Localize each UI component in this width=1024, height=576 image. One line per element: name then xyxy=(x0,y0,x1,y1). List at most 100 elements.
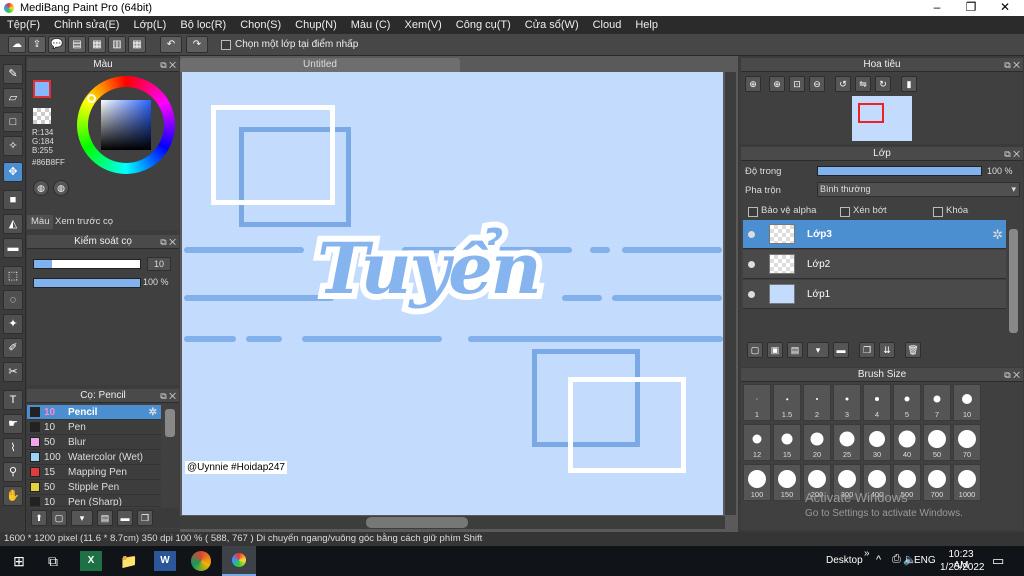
file-explorer-icon[interactable]: 📁 xyxy=(118,551,140,571)
eraser-tool-icon[interactable]: ▱ xyxy=(3,88,23,108)
clock-date[interactable]: 1/25/2022 xyxy=(940,562,985,573)
menu-window[interactable]: Cửa sổ(W) xyxy=(518,16,586,34)
brush-settings-icon[interactable]: ▤ xyxy=(97,510,113,526)
hue-marker[interactable] xyxy=(87,94,96,103)
eye-icon[interactable] xyxy=(748,291,755,298)
word-icon[interactable]: W xyxy=(154,551,176,571)
operation-tool-icon[interactable]: ☛ xyxy=(3,414,23,434)
layer-item-2[interactable]: Lớp2 xyxy=(743,250,1006,279)
grid-icon[interactable]: ▥ xyxy=(108,36,126,53)
task-view-icon[interactable]: ⧉ xyxy=(42,551,64,571)
menu-help[interactable]: Help xyxy=(628,16,665,34)
canvas-horizontal-scrollbar[interactable] xyxy=(180,516,725,529)
brush-item-blur[interactable]: 50 Blur xyxy=(27,435,161,450)
tiles-icon[interactable]: ▦ xyxy=(128,36,146,53)
clipping-checkbox[interactable] xyxy=(840,206,850,218)
brush-add-icon[interactable]: ⬆ xyxy=(31,510,47,526)
language-indicator[interactable]: ENG xyxy=(914,555,936,566)
brush-size-value[interactable]: 10 xyxy=(147,257,171,271)
hand-tool-icon[interactable]: ✋ xyxy=(3,486,23,506)
undo-icon[interactable]: ↶ xyxy=(160,36,182,53)
brush-size-option[interactable]: 2 xyxy=(803,384,831,421)
fill-rect-icon[interactable]: ■ xyxy=(3,190,23,210)
brush-size-option[interactable]: 12 xyxy=(743,424,771,461)
notification-icon[interactable]: ▭ xyxy=(992,553,1004,569)
tray-up-icon[interactable]: ^ xyxy=(876,554,881,566)
minimize-button[interactable]: – xyxy=(920,0,954,16)
panel-controls-icon[interactable]: ⧉ ✕ xyxy=(160,58,176,72)
maximize-button[interactable]: ❐ xyxy=(954,0,988,16)
layer-item-1[interactable]: Lớp1 xyxy=(743,280,1006,309)
zoom-in-icon[interactable]: ⊕ xyxy=(745,76,761,92)
brush-tool-icon[interactable]: ✎ xyxy=(3,64,23,84)
brush-list-scrollbar[interactable] xyxy=(165,409,175,437)
eye-icon[interactable] xyxy=(748,231,755,238)
cloud-icon[interactable]: ☁ xyxy=(8,36,26,53)
panel-controls-icon[interactable]: ⧉ ✕ xyxy=(1004,147,1020,161)
brush-item-mapping-pen[interactable]: 15 Mapping Pen xyxy=(27,465,161,480)
wand-select-icon[interactable]: ✦ xyxy=(3,314,23,334)
brush-size-option[interactable]: 1.5 xyxy=(773,384,801,421)
gear-icon[interactable]: ✲ xyxy=(149,405,157,420)
reset-view-icon[interactable]: ▮ xyxy=(901,76,917,92)
menu-view[interactable]: Xem(V) xyxy=(397,16,448,34)
protect-alpha-checkbox[interactable] xyxy=(748,206,758,218)
brush-size-option[interactable]: 1000 xyxy=(953,464,981,501)
panel-controls-icon[interactable]: ⧉ ✕ xyxy=(1004,58,1020,72)
magic-wand-icon[interactable]: ✧ xyxy=(3,136,23,156)
layer-menu-icon[interactable]: ▾ xyxy=(807,342,829,358)
brush-size-option[interactable]: 1 xyxy=(743,384,771,421)
canvas[interactable]: Tuyển @Uynnie #Hoidap247 xyxy=(182,72,723,515)
brush-item-pen[interactable]: 10 Pen xyxy=(27,420,161,435)
select-eraser-icon[interactable]: ✂ xyxy=(3,362,23,382)
color-wheel[interactable] xyxy=(77,76,175,174)
move-tool-icon[interactable]: ✥ xyxy=(3,162,23,182)
brush-size-option[interactable]: 20 xyxy=(803,424,831,461)
brush-item-watercolor[interactable]: 100 Watercolor (Wet) xyxy=(27,450,161,465)
menu-file[interactable]: Tệp(F) xyxy=(0,16,47,34)
panel-controls-icon[interactable]: ⧉ ✕ xyxy=(160,389,176,403)
brush-size-option[interactable]: 15 xyxy=(773,424,801,461)
lock-checkbox[interactable] xyxy=(933,206,943,218)
network-icon[interactable]: ⎙ xyxy=(892,553,901,566)
brush-item-stipple-pen[interactable]: 50 Stipple Pen xyxy=(27,480,161,495)
rotate-right-icon[interactable]: ↻ xyxy=(875,76,891,92)
new-halftone-layer-icon[interactable]: ▣ xyxy=(767,342,783,358)
navigator-viewport[interactable] xyxy=(858,103,884,123)
duplicate-layer-icon[interactable]: ❐ xyxy=(859,342,875,358)
brush-size-option[interactable]: 70 xyxy=(953,424,981,461)
excel-icon[interactable]: X xyxy=(80,551,102,571)
brush-size-option[interactable]: 25 xyxy=(833,424,861,461)
tab-color[interactable]: Màu xyxy=(27,215,54,229)
saturation-square[interactable] xyxy=(101,100,151,150)
lasso-icon[interactable]: ◌ xyxy=(3,290,23,310)
brush-size-option[interactable]: 5 xyxy=(893,384,921,421)
new-8bit-layer-icon[interactable]: ▤ xyxy=(787,342,803,358)
chrome-icon[interactable] xyxy=(191,551,211,571)
comment-icon[interactable]: 💬 xyxy=(48,36,66,53)
brush-size-option[interactable]: 10 xyxy=(953,384,981,421)
medibang-taskbar-icon[interactable] xyxy=(222,546,256,576)
trash-icon[interactable]: 🗑 xyxy=(905,342,921,358)
brush-item-pencil[interactable]: 10 Pencil ✲ xyxy=(27,405,161,420)
zoom-in-icon[interactable]: ⊕ xyxy=(769,76,785,92)
chevron-icon[interactable]: » xyxy=(864,548,870,559)
document-tab[interactable]: Untitled xyxy=(180,58,460,72)
dropper-icon[interactable]: ⚲ xyxy=(3,462,23,482)
redo-icon[interactable]: ↷ xyxy=(186,36,208,53)
canvas-vertical-scrollbar[interactable] xyxy=(725,72,736,515)
duplicate-icon[interactable]: ❐ xyxy=(137,510,153,526)
bucket-icon[interactable]: ◭ xyxy=(3,214,23,234)
new-brush-icon[interactable]: ▢ xyxy=(51,510,67,526)
transparent-swatch[interactable] xyxy=(33,108,51,124)
brush-size-option[interactable]: 4 xyxy=(863,384,891,421)
flip-icon[interactable]: ⇋ xyxy=(855,76,871,92)
menu-filter[interactable]: Bộ lọc(R) xyxy=(173,16,233,34)
menu-layer[interactable]: Lớp(L) xyxy=(126,16,173,34)
gradient-icon[interactable]: ▬ xyxy=(3,238,23,258)
brush-size-option[interactable]: 50 xyxy=(923,424,951,461)
zoom-out-icon[interactable]: ⊖ xyxy=(809,76,825,92)
brush-size-slider[interactable] xyxy=(33,259,141,269)
brush-size-option[interactable]: 30 xyxy=(863,424,891,461)
select-rect-icon[interactable]: ⬚ xyxy=(3,266,23,286)
